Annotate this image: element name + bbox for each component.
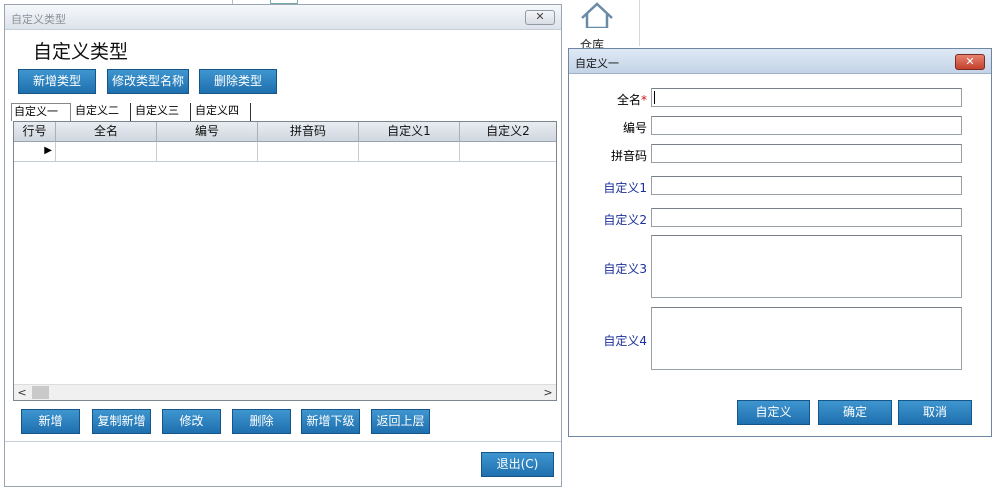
column-header-pinyin[interactable]: 拼音码 — [258, 122, 359, 142]
delete-type-button[interactable]: 删除类型 — [199, 69, 277, 94]
cell-custom2[interactable] — [460, 142, 556, 162]
column-header-code[interactable]: 编号 — [157, 122, 258, 142]
cell-pinyin[interactable] — [258, 142, 359, 162]
dialog-titlebar[interactable]: 自定义一 ✕ — [569, 49, 991, 74]
column-header-row-no[interactable]: 行号 — [14, 122, 56, 142]
code-label: 编号 — [622, 121, 647, 135]
grid-header: 行号 全名 编号 拼音码 自定义1 自定义2 — [14, 122, 556, 142]
close-button[interactable]: ✕ — [525, 10, 555, 25]
required-mark: * — [641, 93, 647, 107]
custom3-label: 自定义3 — [603, 262, 647, 276]
add-button[interactable]: 新增 — [21, 409, 80, 434]
column-header-custom1[interactable]: 自定义1 — [359, 122, 460, 142]
footer-divider — [5, 441, 561, 442]
tab-custom-3[interactable]: 自定义三 — [133, 103, 191, 121]
copy-add-button[interactable]: 复制新增 — [92, 409, 151, 434]
custom1-field[interactable] — [651, 176, 962, 195]
custom-button[interactable]: 自定义 — [737, 400, 810, 425]
data-grid[interactable]: 行号 全名 编号 拼音码 自定义1 自定义2 ▶ < > — [13, 121, 557, 401]
exit-button[interactable]: 退出(C) — [481, 452, 554, 477]
custom-type-window: 自定义类型 ✕ 自定义类型 新增类型 修改类型名称 删除类型 自定义一 自定义二… — [4, 4, 562, 487]
custom3-field[interactable] — [651, 235, 962, 298]
delete-button[interactable]: 删除 — [232, 409, 291, 434]
pinyin-field[interactable] — [651, 144, 962, 163]
column-header-custom2[interactable]: 自定义2 — [460, 122, 556, 142]
horizontal-scrollbar[interactable]: < > — [14, 384, 556, 400]
scroll-left-icon[interactable]: < — [14, 385, 30, 401]
cell-custom1[interactable] — [359, 142, 460, 162]
rename-type-button[interactable]: 修改类型名称 — [107, 69, 189, 94]
page-title: 自定义类型 — [33, 41, 129, 63]
custom-type-titlebar[interactable]: 自定义类型 ✕ — [5, 5, 561, 30]
dialog-title: 自定义一 — [575, 57, 619, 70]
column-header-full-name[interactable]: 全名 — [56, 122, 157, 142]
background-warehouse-shortcut[interactable]: 仓库 — [560, 0, 640, 52]
row-indicator-icon: ▶ — [14, 142, 56, 162]
tab-custom-2[interactable]: 自定义二 — [73, 103, 131, 121]
custom1-label: 自定义1 — [603, 181, 647, 195]
add-type-button[interactable]: 新增类型 — [18, 69, 96, 94]
scroll-right-icon[interactable]: > — [540, 385, 556, 401]
cancel-button[interactable]: 取消 — [898, 400, 972, 425]
ok-button[interactable]: 确定 — [818, 400, 892, 425]
scroll-thumb[interactable] — [32, 386, 49, 399]
full-name-label: 全名* — [616, 93, 647, 107]
edit-button[interactable]: 修改 — [162, 409, 221, 434]
custom4-label: 自定义4 — [603, 334, 647, 348]
close-icon[interactable]: ✕ — [955, 54, 985, 70]
custom2-label: 自定义2 — [603, 213, 647, 227]
add-child-button[interactable]: 新增下级 — [301, 409, 360, 434]
tab-custom-1[interactable]: 自定义一 — [11, 103, 71, 121]
cell-full-name[interactable] — [56, 142, 157, 162]
custom4-field[interactable] — [651, 307, 962, 370]
window-title: 自定义类型 — [11, 13, 66, 26]
pinyin-label: 拼音码 — [610, 149, 647, 163]
full-name-field[interactable] — [651, 88, 962, 107]
table-row[interactable]: ▶ — [14, 142, 556, 162]
code-field[interactable] — [651, 116, 962, 135]
cell-code[interactable] — [157, 142, 258, 162]
back-to-parent-button[interactable]: 返回上层 — [371, 409, 430, 434]
tab-custom-4[interactable]: 自定义四 — [193, 103, 251, 121]
home-icon — [581, 2, 613, 28]
custom2-field[interactable] — [651, 208, 962, 227]
custom-one-dialog: 自定义一 ✕ 全名* 编号 拼音码 自定义1 自定义2 自定义3 自定义4 自定… — [568, 48, 992, 437]
